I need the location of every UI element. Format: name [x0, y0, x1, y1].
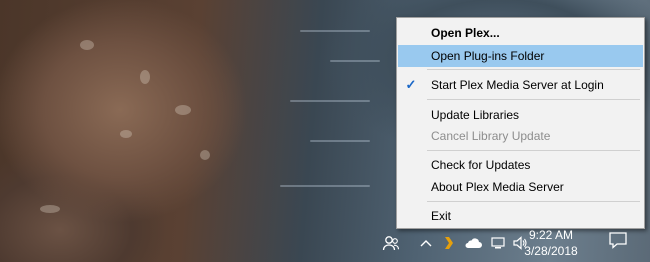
- menu-separator: [427, 201, 640, 202]
- menu-separator: [427, 150, 640, 151]
- menu-item-exit[interactable]: Exit: [398, 205, 643, 227]
- onedrive-icon[interactable]: [463, 232, 483, 254]
- menu-item-label: Cancel Library Update: [431, 129, 551, 143]
- menu-item-update-libraries[interactable]: Update Libraries: [398, 104, 643, 126]
- action-center-icon[interactable]: [608, 231, 628, 249]
- menu-separator: [427, 69, 640, 70]
- water-texture: [280, 185, 370, 187]
- menu-item-label: Check for Updates: [431, 158, 531, 172]
- rock-texture: [40, 205, 60, 213]
- clock-date: 3/28/2018: [524, 244, 578, 258]
- menu-item-about[interactable]: About Plex Media Server: [398, 176, 643, 198]
- menu-item-label: Open Plug-ins Folder: [431, 49, 545, 63]
- menu-item-open-plugins-folder[interactable]: Open Plug-ins Folder: [398, 45, 643, 67]
- rock-texture: [140, 70, 150, 84]
- plex-tray-icon[interactable]: [442, 232, 456, 254]
- water-texture: [310, 140, 370, 142]
- water-texture: [300, 30, 370, 32]
- menu-item-cancel-library-update: Cancel Library Update: [398, 125, 643, 147]
- plex-context-menu: Open Plex... Open Plug-ins Folder ✓ Star…: [396, 17, 645, 229]
- menu-item-label: Update Libraries: [431, 108, 520, 122]
- people-icon[interactable]: [380, 232, 402, 254]
- rock-texture: [200, 150, 210, 160]
- menu-item-label: Open Plex...: [431, 26, 500, 40]
- menu-separator: [427, 99, 640, 100]
- menu-item-start-at-login[interactable]: ✓ Start Plex Media Server at Login: [398, 74, 643, 96]
- rock-texture: [80, 40, 94, 50]
- menu-item-open-plex[interactable]: Open Plex...: [398, 22, 643, 44]
- chevron-up-icon[interactable]: [418, 232, 434, 254]
- menu-item-check-for-updates[interactable]: Check for Updates: [398, 154, 643, 176]
- water-texture: [330, 60, 380, 62]
- taskbar-clock[interactable]: 9:22 AM 3/28/2018: [496, 227, 606, 259]
- menu-item-label: Start Plex Media Server at Login: [431, 78, 604, 92]
- rock-texture: [175, 105, 191, 115]
- menu-item-label: About Plex Media Server: [431, 180, 564, 194]
- water-texture: [290, 100, 370, 102]
- clock-time: 9:22 AM: [528, 228, 574, 242]
- rock-texture: [120, 130, 132, 138]
- checkmark-icon: ✓: [405, 77, 417, 92]
- menu-item-label: Exit: [431, 209, 452, 223]
